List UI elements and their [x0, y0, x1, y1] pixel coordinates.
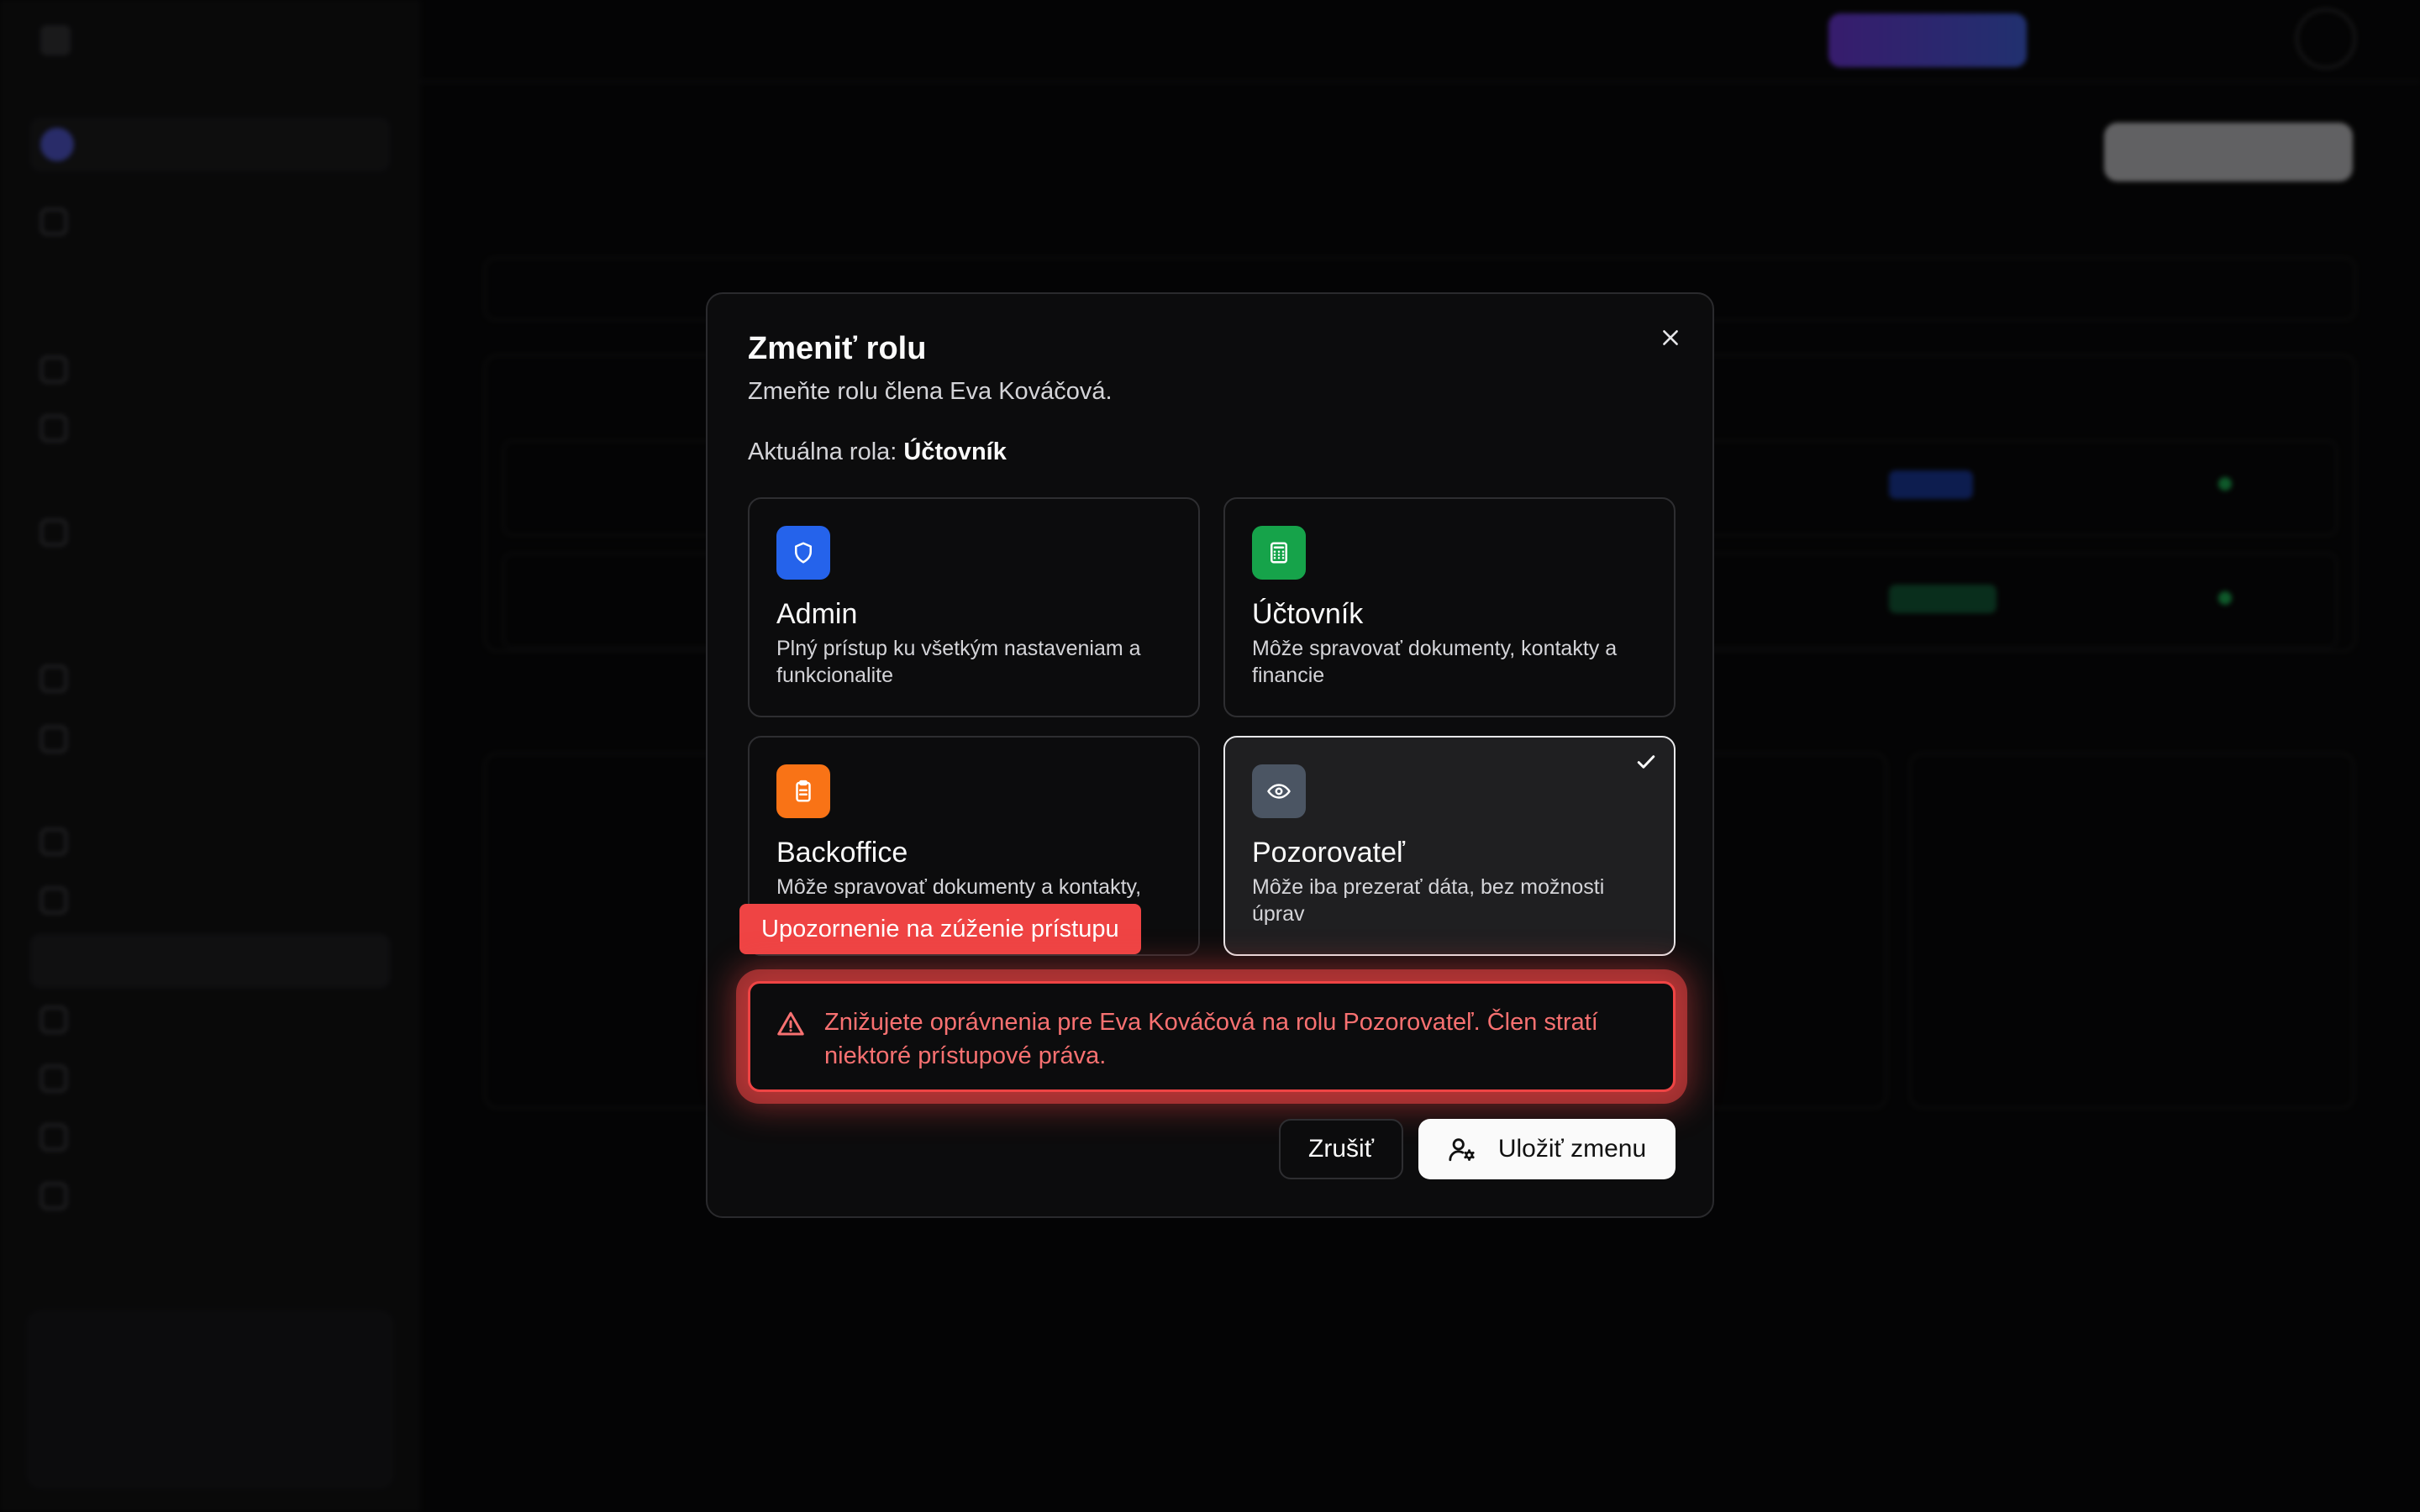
cancel-button[interactable]: Zrušiť — [1279, 1119, 1403, 1179]
role-icon-bg — [776, 764, 830, 818]
role-description: Môže iba prezerať dáta, bez možnosti úpr… — [1252, 875, 1605, 926]
clipboard-icon — [796, 780, 811, 802]
role-description: Môže spravovať dokumenty a kontakty, — [776, 875, 1142, 899]
user-cog-icon — [1449, 1138, 1475, 1162]
check-icon — [1634, 749, 1659, 779]
warning-text: Znižujete oprávnenia pre Eva Kováčová na… — [824, 1009, 1598, 1069]
role-description: Plný prístup ku všetkým nastaveniam a fu… — [776, 637, 1141, 687]
warning-triangle-icon — [776, 1009, 806, 1043]
current-role: Aktuálna rola: Účtovník — [748, 438, 1007, 466]
dialog-title: Zmeniť rolu — [748, 331, 927, 366]
role-card-uctovnik[interactable]: Účtovník Môže spravovať dokumenty, konta… — [1223, 497, 1676, 717]
dialog-description: Zmeňte rolu člena Eva Kováčová. — [748, 378, 1113, 405]
calculator-icon — [1270, 542, 1287, 564]
role-card-admin[interactable]: Admin Plný prístup ku všetkým nastavenia… — [748, 497, 1200, 717]
shield-icon — [795, 542, 812, 564]
close-button[interactable] — [1654, 321, 1687, 354]
role-card-pozorovatel[interactable]: Pozorovateľ Môže iba prezerať dáta, bez … — [1223, 736, 1676, 956]
eye-icon — [1267, 784, 1291, 799]
save-change-button[interactable]: Uložiť zmenu — [1418, 1119, 1676, 1179]
role-name: Backoffice — [776, 837, 908, 869]
role-icon-bg — [776, 526, 830, 580]
role-name: Účtovník — [1252, 598, 1364, 630]
current-role-value: Účtovník — [903, 438, 1007, 465]
role-name: Pozorovateľ — [1252, 837, 1405, 869]
close-icon — [1663, 330, 1678, 345]
access-reduction-warning: Znižujete oprávnenia pre Eva Kováčová na… — [748, 981, 1676, 1092]
role-icon-bg — [1252, 764, 1306, 818]
role-name: Admin — [776, 598, 858, 630]
change-role-dialog: Zmeniť rolu Zmeňte rolu člena Eva Kováčo… — [706, 292, 1714, 1218]
save-change-label: Uložiť zmenu — [1497, 1135, 1647, 1163]
warning-tag: Upozornenie na zúženie prístupu — [739, 904, 1141, 954]
role-description: Môže spravovať dokumenty, kontakty a fin… — [1252, 637, 1618, 687]
role-icon-bg — [1252, 526, 1306, 580]
current-role-label: Aktuálna rola: — [748, 438, 897, 465]
